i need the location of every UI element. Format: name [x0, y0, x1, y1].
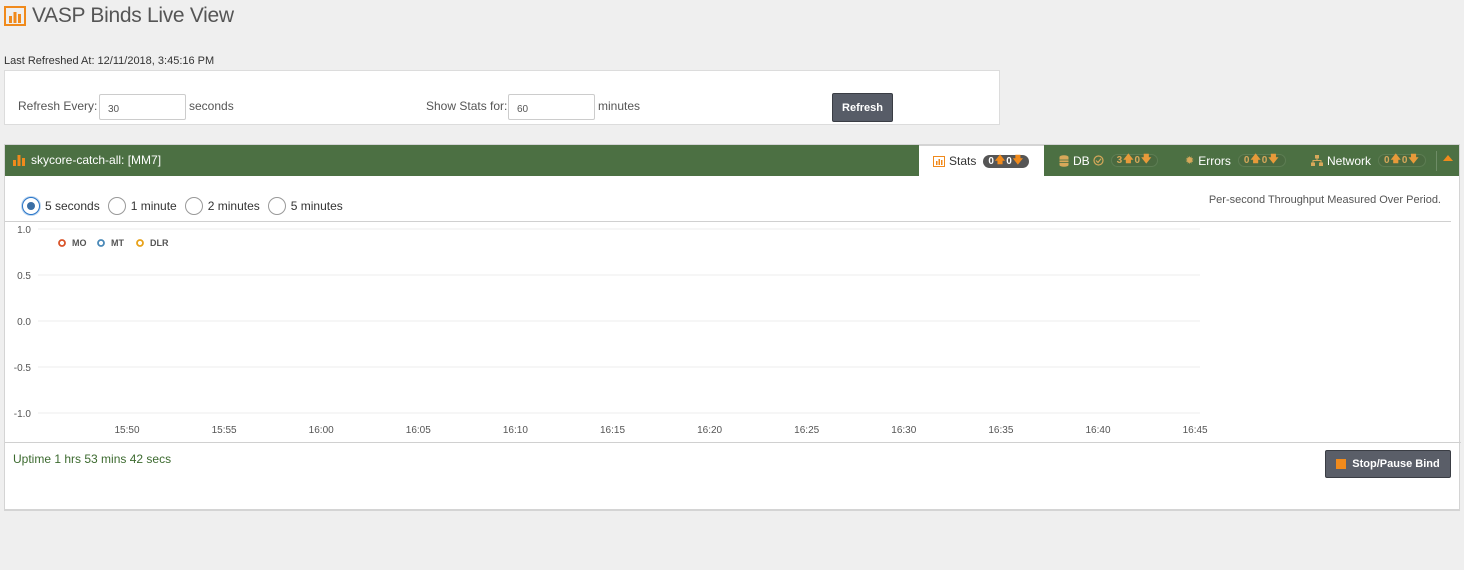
bind-title: skycore-catch-all: [MM7]: [13, 153, 161, 167]
bug-icon: ✹: [1185, 155, 1195, 167]
arrow-up-icon: 🡅: [1250, 154, 1261, 165]
arrow-up-icon: 🡅: [1390, 154, 1401, 165]
period-option-5-minutes[interactable]: 5 minutes: [267, 197, 343, 215]
tab-stats[interactable]: Stats 0 🡅 0 🡇: [919, 145, 1044, 176]
x-tick-label: 16:30: [891, 425, 916, 436]
collapse-caret-icon[interactable]: [1443, 155, 1453, 161]
tab-errors[interactable]: ✹ Errors 0 🡅 0 🡇: [1185, 145, 1286, 176]
x-tick-label: 16:35: [988, 425, 1013, 436]
x-tick-label: 16:05: [406, 425, 431, 436]
arrow-down-icon: 🡇: [1141, 154, 1152, 165]
period-selector: 5 seconds 1 minute 2 minutes 5 minutes: [22, 197, 351, 215]
radio-icon[interactable]: [107, 197, 126, 215]
show-stats-input[interactable]: [508, 94, 595, 120]
bar-chart-icon: [4, 6, 26, 26]
period-label: 1 minute: [130, 199, 177, 213]
stop-icon: [1336, 459, 1347, 469]
period-label: 5 minutes: [290, 199, 343, 213]
stats-up-count: 0: [988, 155, 994, 167]
x-tick-label: 15:50: [114, 425, 139, 436]
errors-badge: 0 🡅 0 🡇: [1237, 154, 1286, 167]
refresh-controls: Refresh Every: seconds Show Stats for: m…: [4, 70, 1000, 125]
network-up-count: 0: [1384, 155, 1390, 166]
chart-bottom-divider: [5, 442, 1461, 443]
arrow-up-icon: 🡅: [1123, 154, 1134, 165]
arrow-down-icon: 🡇: [1012, 154, 1024, 166]
tab-db-label: DB: [1073, 153, 1090, 168]
x-tick-label: 16:20: [697, 425, 722, 436]
db-up-count: 0: [1134, 155, 1141, 166]
arrow-down-icon: 🡇: [1268, 154, 1279, 165]
db-count: 3: [1116, 155, 1123, 166]
tab-db[interactable]: DB 3 🡅 0 🡇: [1059, 145, 1159, 176]
bind-panel-header: skycore-catch-all: [MM7] Stats 0 🡅 0 🡇 D…: [5, 145, 1459, 176]
legend-marker-dlr: [136, 239, 144, 247]
network-icon: [1311, 155, 1323, 166]
page-title-text: VASP Binds Live View: [32, 4, 234, 27]
period-label: 2 minutes: [207, 199, 260, 213]
bind-title-text: skycore-catch-all: [MM7]: [31, 153, 162, 167]
check-circle-icon: [1093, 155, 1104, 166]
period-option-2-minutes[interactable]: 2 minutes: [184, 197, 260, 215]
bar-chart-icon: [13, 154, 25, 166]
arrow-down-icon: 🡇: [1408, 154, 1419, 165]
legend-marker-mt: [97, 239, 105, 247]
legend-marker-mo: [58, 239, 66, 247]
uptime-text: Uptime 1 hrs 53 mins 42 secs: [13, 452, 172, 466]
stats-down-count: 0: [1006, 155, 1012, 167]
tab-stats-label: Stats: [949, 154, 977, 168]
tab-divider: [1436, 151, 1437, 171]
show-stats-unit: minutes: [598, 99, 641, 113]
errors-up-count: 0: [1243, 155, 1250, 166]
x-tick-label: 16:40: [1085, 425, 1110, 436]
y-tick-label: 0.0: [17, 317, 31, 328]
tab-errors-label: Errors: [1198, 153, 1231, 168]
tab-network[interactable]: Network 0 🡅 0 🡇: [1311, 145, 1426, 176]
period-label: 5 seconds: [45, 199, 100, 213]
period-option-5-seconds[interactable]: 5 seconds: [22, 197, 100, 215]
x-tick-label: 15:55: [212, 425, 237, 436]
db-badge: 3 🡅 0 🡇: [1110, 154, 1159, 167]
legend-label-mt: MT: [111, 238, 124, 248]
refresh-every-label: Refresh Every:: [18, 99, 98, 113]
throughput-note: Per-second Throughput Measured Over Peri…: [1208, 194, 1441, 206]
y-tick-label: 0.5: [17, 271, 31, 282]
radio-icon[interactable]: [267, 197, 286, 215]
x-tick-label: 16:45: [1183, 425, 1208, 436]
stop-pause-bind-button[interactable]: Stop/Pause Bind: [1325, 450, 1451, 478]
y-tick-label: -0.5: [14, 363, 32, 374]
stop-pause-bind-label: Stop/Pause Bind: [1352, 458, 1440, 470]
network-down-count: 0: [1401, 155, 1408, 166]
refresh-every-input[interactable]: [99, 94, 186, 120]
bar-chart-icon: [933, 155, 945, 167]
tab-network-label: Network: [1327, 153, 1372, 168]
arrow-up-icon: 🡅: [994, 154, 1006, 166]
last-refreshed-text: Last Refreshed At: 12/11/2018, 3:45:16 P…: [4, 55, 215, 67]
network-badge: 0 🡅 0 🡇: [1378, 154, 1426, 167]
legend-label-dlr: DLR: [150, 238, 169, 248]
show-stats-label: Show Stats for:: [426, 99, 508, 113]
refresh-every-unit: seconds: [189, 99, 234, 113]
bind-panel: skycore-catch-all: [MM7] Stats 0 🡅 0 🡇 D…: [4, 144, 1461, 511]
radio-selected-icon[interactable]: [22, 197, 40, 215]
database-icon: [1059, 154, 1069, 167]
x-tick-label: 16:10: [503, 425, 528, 436]
y-tick-label: 1.0: [17, 225, 31, 236]
errors-down-count: 0: [1261, 155, 1268, 166]
y-tick-label: -1.0: [14, 409, 32, 420]
radio-icon[interactable]: [184, 197, 203, 215]
x-tick-label: 16:00: [309, 425, 334, 436]
legend-label-mo: MO: [72, 238, 87, 248]
x-tick-label: 16:25: [794, 425, 819, 436]
x-tick-label: 16:15: [600, 425, 625, 436]
stats-badge: 0 🡅 0 🡇: [983, 154, 1030, 168]
throughput-chart: 1.0 0.5 0.0 -0.5 -1.0 15:50 15:55 16:00 16:05 16:…: [14, 225, 1208, 436]
refresh-button[interactable]: Refresh: [832, 93, 893, 122]
page-title: VASP Binds Live View: [4, 4, 234, 28]
period-option-1-minute[interactable]: 1 minute: [107, 197, 177, 215]
